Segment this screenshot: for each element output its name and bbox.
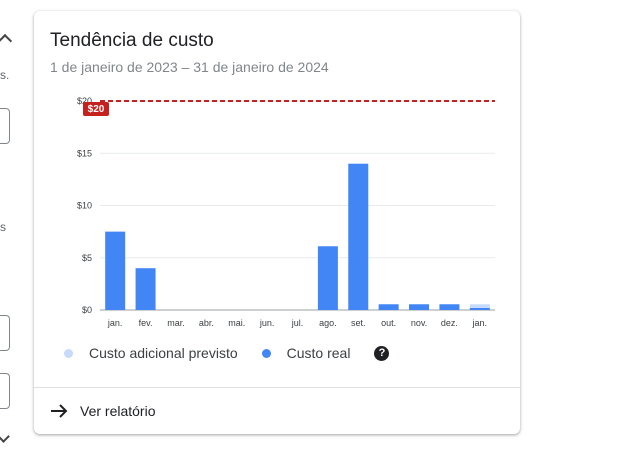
view-report-link[interactable]: Ver relatório bbox=[50, 399, 155, 423]
bar-actual bbox=[348, 163, 369, 310]
bar-actual bbox=[469, 307, 490, 310]
bar-actual bbox=[105, 231, 126, 310]
x-tick-label: ago. bbox=[319, 318, 337, 328]
left-panel-field[interactable] bbox=[0, 315, 10, 351]
x-tick-label: mar. bbox=[167, 318, 185, 328]
left-panel-fragment: s. s bbox=[0, 0, 20, 460]
legend-label: Custo adicional previsto bbox=[89, 345, 238, 361]
left-panel-text: s bbox=[0, 220, 6, 234]
bar-actual bbox=[317, 246, 338, 310]
budget-label: $20 bbox=[88, 104, 105, 115]
help-icon[interactable]: ? bbox=[374, 345, 390, 361]
x-tick-label: set. bbox=[351, 318, 366, 328]
bar-actual bbox=[409, 304, 430, 310]
y-tick-label: $5 bbox=[82, 253, 92, 263]
x-tick-label: jan. bbox=[107, 318, 123, 328]
x-tick-label: abr. bbox=[199, 318, 214, 328]
left-panel-field[interactable] bbox=[0, 108, 10, 144]
x-tick-label: jan. bbox=[472, 318, 488, 328]
left-panel-text: s. bbox=[0, 68, 10, 82]
y-tick-label: $0 bbox=[82, 305, 92, 315]
y-tick-label: $15 bbox=[77, 148, 92, 158]
bar-forecast bbox=[469, 304, 490, 308]
cost-trend-card: Tendência de custo 1 de janeiro de 2023 … bbox=[34, 11, 520, 434]
chevron-down-icon[interactable] bbox=[0, 430, 10, 443]
x-tick-label: fev. bbox=[139, 318, 153, 328]
x-tick-label: jul. bbox=[291, 318, 304, 328]
forecast-dot-icon bbox=[64, 348, 73, 358]
cost-chart-svg: $0 $5 $10 $15 $20 jan. fev. mar. abr. mai. jun. jul… bbox=[77, 96, 495, 328]
actual-dot-icon bbox=[261, 348, 271, 358]
legend-item-forecast[interactable]: Custo adicional previsto bbox=[64, 345, 238, 361]
x-tick-label: out. bbox=[381, 318, 396, 328]
cost-chart: $0 $5 $10 $15 $20 jan. fev. mar. abr. mai. jun. jul… bbox=[34, 11, 520, 341]
legend-label: Custo real bbox=[286, 345, 351, 361]
view-report-label: Ver relatório bbox=[80, 403, 156, 419]
bar-actual bbox=[135, 268, 156, 310]
x-tick-label: dez. bbox=[441, 318, 458, 328]
legend-item-actual[interactable]: Custo real bbox=[261, 345, 351, 361]
y-tick-label: $10 bbox=[77, 201, 92, 211]
x-tick-label: nov. bbox=[411, 318, 427, 328]
bar-actual bbox=[439, 304, 460, 310]
arrow-right-icon bbox=[50, 403, 68, 419]
x-tick-label: jun. bbox=[259, 318, 275, 328]
divider bbox=[34, 387, 520, 388]
x-tick-label: mai. bbox=[228, 318, 245, 328]
chart-legend: Custo adicional previsto Custo real ? bbox=[64, 343, 390, 363]
left-panel-field[interactable] bbox=[0, 373, 10, 409]
chevron-up-icon[interactable] bbox=[0, 33, 13, 49]
bar-actual bbox=[378, 304, 399, 310]
